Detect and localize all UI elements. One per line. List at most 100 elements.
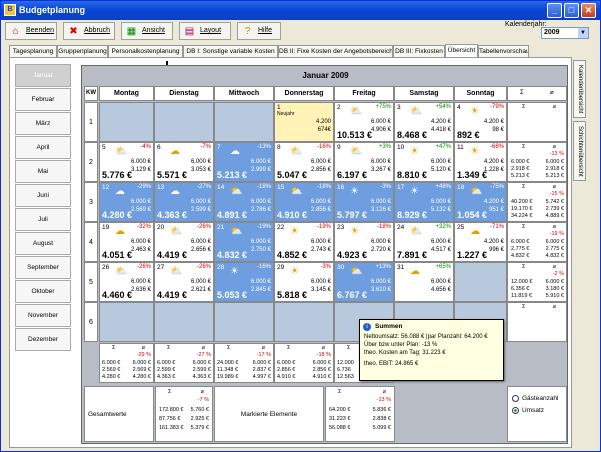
day-cell[interactable]: 21 ⛅ -19% 6.000 € 2.750 €4.832 € xyxy=(214,222,274,262)
tab-schichtenuebersicht[interactable]: Schichtenübersicht xyxy=(573,121,586,181)
column-avg-value: 6.000 € xyxy=(252,360,271,366)
column-sum-value: 4.363 € xyxy=(157,374,176,380)
day-cell[interactable]: 1 Neujahr 4.200 674€ xyxy=(274,102,334,142)
plan-value: 6.000 € xyxy=(370,199,391,205)
day-cell[interactable]: 16 ☀ -3% 6.000 € 3.126 €5.797 € xyxy=(334,182,394,222)
umsatz-radio[interactable]: Umsatz xyxy=(512,407,567,414)
revenue-value: 1.227 € xyxy=(457,250,488,260)
day-cell[interactable]: 29 ☀ -3% 6.000 € 3.145 €5.818 € xyxy=(274,262,334,302)
day-cell[interactable] xyxy=(214,302,274,342)
day-cell[interactable] xyxy=(154,102,214,142)
day-header: Sonntag xyxy=(454,86,507,101)
day-number: 24 xyxy=(397,224,405,231)
day-cell[interactable]: 20 ⛅ -26% 6.000 € 2.656 €4.419 € xyxy=(154,222,214,262)
day-cell[interactable]: 5 ⛅ -4% 6.000 € 3.129 €5.776 € xyxy=(99,142,154,182)
maximize-button[interactable]: □ xyxy=(564,3,579,18)
month-button-mai[interactable]: Mai xyxy=(15,160,71,183)
title-bar[interactable]: B Budgetplanung _ □ ✕ xyxy=(1,1,600,20)
month-button-september[interactable]: September xyxy=(15,256,71,279)
column-avg-value: 2.837 € xyxy=(252,367,271,373)
percent-badge: -4% xyxy=(140,144,151,150)
day-cell[interactable]: 22 ☀ -19% 6.000 € 2.743 €4.852 € xyxy=(274,222,334,262)
kalenderjahr-select[interactable]: 2009 ▼ xyxy=(541,27,589,39)
day-cell[interactable]: 31 ☁ +65% 6.000 € 4.656 € xyxy=(394,262,454,302)
month-button-november[interactable]: November xyxy=(15,304,71,327)
layout-button[interactable]: ▤ Layout xyxy=(179,22,231,40)
day-cell[interactable]: 14 ⛅ -18% 6.000 € 2.786 €4.891 € xyxy=(214,182,274,222)
day-cell[interactable]: 17 ☀ +48% 6.000 € 5.132 €8.929 € xyxy=(394,182,454,222)
week-sum-value: 2.775 € xyxy=(511,246,530,252)
week-percent: -13 % xyxy=(549,151,564,157)
hilfe-button[interactable]: ? Hilfe xyxy=(237,22,281,40)
tab-personalkostenplanung[interactable]: Personalkostenplanung xyxy=(108,45,183,57)
tab-db3[interactable]: DB III: Fixkosten xyxy=(393,45,445,57)
chevron-down-icon[interactable]: ▼ xyxy=(578,28,588,38)
day-cell[interactable]: 26 ⛅ -26% 6.000 € 2.636 €4.460 € xyxy=(99,262,154,302)
week-sum: Σ ⌀ -19 % 6.000 €6.000 €2.775 €2.775 €4.832… xyxy=(507,222,567,262)
day-cell[interactable]: 24 ⛅ +32% 6.000 € 4.517 €7.891 € xyxy=(394,222,454,262)
day-cell[interactable] xyxy=(154,302,214,342)
day-cell[interactable]: 8 ⛅ -16% 6.000 € 2.856 €5.047 € xyxy=(274,142,334,182)
day-cell[interactable]: 19 ☁ -32% 6.000 € 2.463 €4.051 € xyxy=(99,222,154,262)
gaesteanzahl-radio[interactable]: Gästeanzahl xyxy=(512,395,567,402)
week-avg-value: 2.918 € xyxy=(545,166,564,172)
plan-value: 4.200 xyxy=(315,119,331,125)
day-cell[interactable] xyxy=(214,102,274,142)
column-avg-value: 4.363 € xyxy=(192,374,211,380)
tab-db1[interactable]: DB I: Sonstige variable Kosten xyxy=(183,45,278,57)
day-cell[interactable]: 12 ☁ -29% 6.000 € 2.569 €4.280 € xyxy=(99,182,154,222)
day-cell[interactable]: 2 ⛅ +75% 6.000 € 4.906 €10.513 € xyxy=(334,102,394,142)
day-cell[interactable]: 13 ☁ -27% 6.000 € 2.599 €4.363 € xyxy=(154,182,214,222)
week-sum-value: 34.224 € xyxy=(511,213,533,219)
tab-tagesplanung[interactable]: Tagesplanung xyxy=(9,45,57,57)
day-cell[interactable]: 4 ☀ -79% 4.200 € 98 € 892 € xyxy=(454,102,507,142)
day-number: 9 xyxy=(337,144,341,151)
day-cell[interactable] xyxy=(99,102,154,142)
tab-gruppenplanung[interactable]: Gruppenplanung xyxy=(57,45,108,57)
day-cell[interactable]: 9 ⛅ +3% 6.000 € 3.267 €6.197 € xyxy=(334,142,394,182)
day-header: Samstag xyxy=(394,86,454,101)
month-button-april[interactable]: April xyxy=(15,136,71,159)
avg-symbol: ⌀ xyxy=(552,104,556,110)
month-button-juni[interactable]: Juni xyxy=(15,184,71,207)
day-cell[interactable]: 6 ☁ -7% 6.000 € 3.053 €5.571 € xyxy=(154,142,214,182)
column-percent: -18 % xyxy=(316,352,331,358)
day-number: 29 xyxy=(277,264,285,271)
month-button-dezember[interactable]: Dezember xyxy=(15,328,71,351)
week-avg-value: 2.775 € xyxy=(545,246,564,252)
tab-tabellenvorschau[interactable]: Tabellenvorschau xyxy=(478,45,529,57)
month-button-juli[interactable]: Juli xyxy=(15,208,71,231)
day-cell[interactable]: 3 ⛅ +54% 4.200 € 4.418 €8.468 € xyxy=(394,102,454,142)
main-tabs: Tagesplanung Gruppenplanung Personalkost… xyxy=(9,44,529,58)
minimize-button[interactable]: _ xyxy=(547,3,562,18)
day-cell[interactable]: 11 ☀ -68% 4.200 €1.228 €1.349 € xyxy=(454,142,507,182)
revenue-value: 5.797 € xyxy=(337,210,368,220)
day-cell[interactable]: 10 ☀ +47% 6.000 € 5.120 €8.810 € xyxy=(394,142,454,182)
day-cell[interactable]: 23 ☀ -18% 6.000 € 2.720 €4.923 € xyxy=(334,222,394,262)
day-cell[interactable] xyxy=(99,302,154,342)
tab-kalenderuebersicht[interactable]: Kalenderübersicht xyxy=(573,60,586,118)
beenden-button[interactable]: ⌂ Beenden xyxy=(5,22,57,40)
tab-uebersicht[interactable]: Übersicht xyxy=(445,44,478,58)
day-cell[interactable]: 28 ☀ -16% 6.000 € 2.845 €5.053 € xyxy=(214,262,274,302)
week-sum: Σ ⌀ -15 % 40.200 € 5.742 € 19.170 € 2.739 € 34.… xyxy=(507,182,567,222)
day-cell[interactable]: 25 ☁ -71% 4.200 € 996 €1.227 € xyxy=(454,222,507,262)
month-button-oktober[interactable]: Oktober xyxy=(15,280,71,303)
month-button-januar[interactable]: Januar xyxy=(15,64,71,87)
day-cell[interactable]: 15 ⛅ -18% 6.000 € 2.856 €4.910 € xyxy=(274,182,334,222)
close-button[interactable]: ✕ xyxy=(581,3,596,18)
day-cell[interactable]: 27 ⛅ -26% 6.000 € 2.621 €4.419 € xyxy=(154,262,214,302)
day-cell[interactable] xyxy=(454,262,507,302)
total-avg-value: 5.379 € xyxy=(190,425,209,431)
month-button-maerz[interactable]: März xyxy=(15,112,71,135)
month-button-august[interactable]: August xyxy=(15,232,71,255)
day-cell[interactable]: 7 ☁ -13% 6.000 € 2.999 €5.213 € xyxy=(214,142,274,182)
tab-db2[interactable]: DB II: Fixe Kosten der Angebotsbereiche xyxy=(278,45,393,57)
day-cell[interactable]: 18 ⛅ -75% 4.200 € 951 €1.054 € xyxy=(454,182,507,222)
month-button-februar[interactable]: Februar xyxy=(15,88,71,111)
ansicht-button[interactable]: ▦ Ansicht xyxy=(121,22,173,40)
day-cell[interactable]: 30 ⛅ +13% 6.000 € 3.610 €6.767 € xyxy=(334,262,394,302)
abbruch-button[interactable]: ✖ Abbruch xyxy=(63,22,115,40)
column-sum-value: 4.910 € xyxy=(277,374,296,380)
day-cell[interactable] xyxy=(274,302,334,342)
